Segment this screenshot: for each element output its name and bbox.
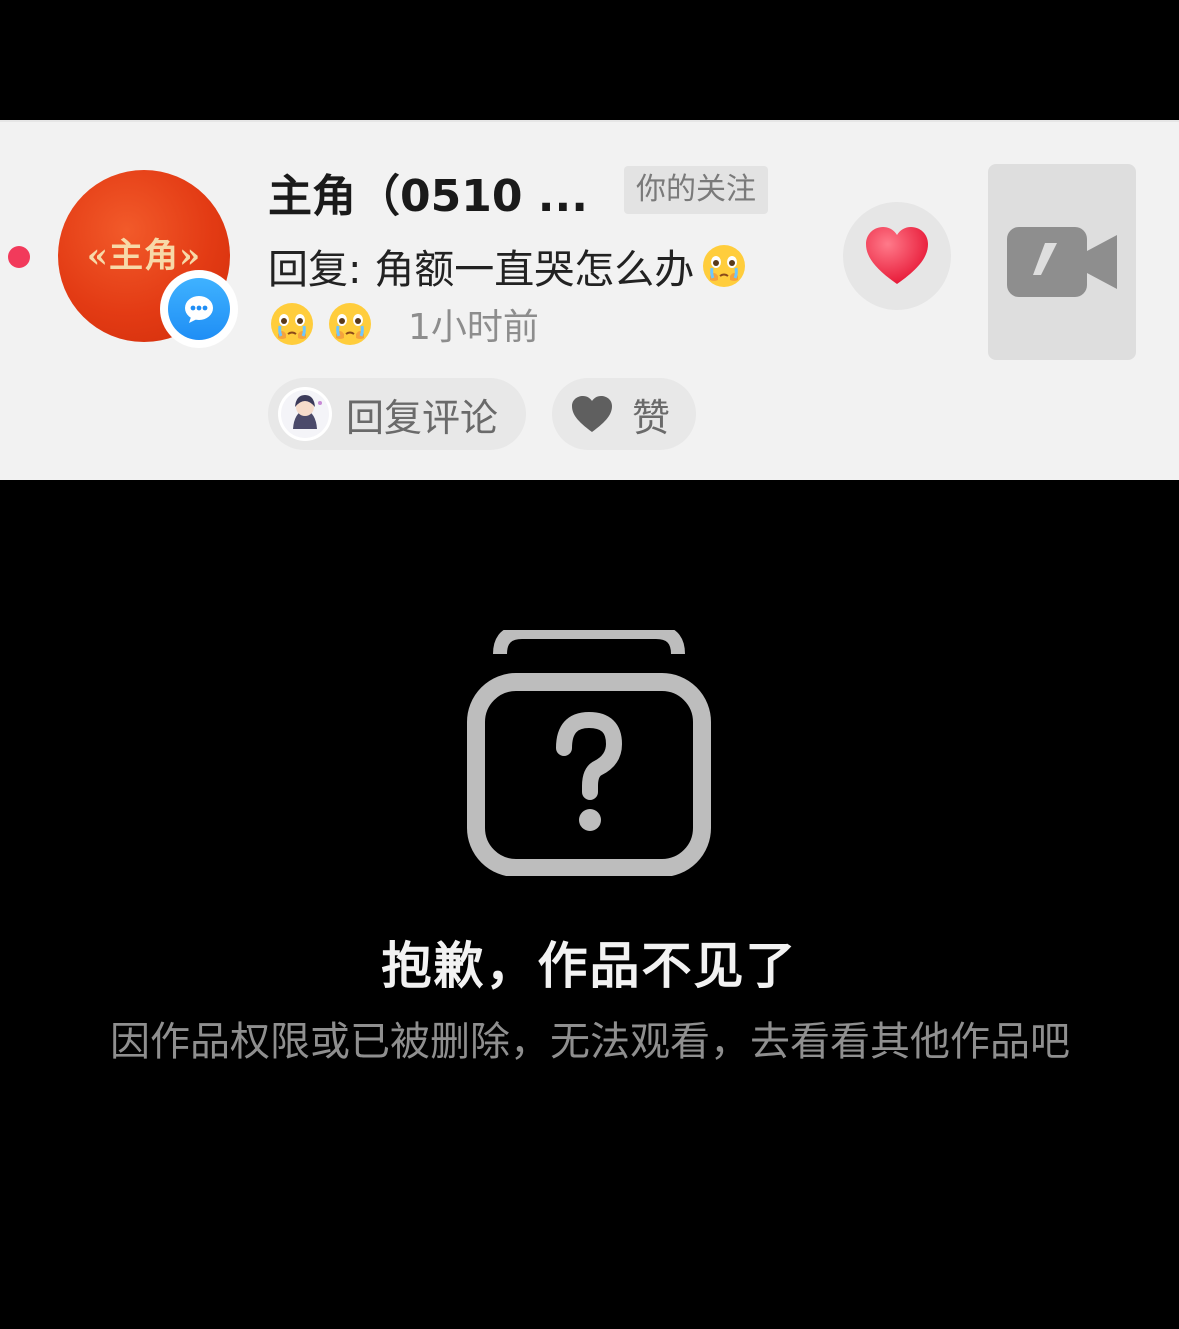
message-badge	[160, 270, 238, 348]
reply-text: 回复: 角额一直哭怎么办	[268, 247, 695, 293]
top-black-bar	[0, 0, 1179, 120]
crying-face-icon	[703, 245, 746, 287]
like-button[interactable]: 赞	[552, 378, 696, 450]
user-mini-avatar	[278, 387, 332, 441]
like-comment-button[interactable]	[843, 202, 951, 310]
chat-bubble-icon	[168, 278, 230, 340]
reply-comment-button[interactable]: 回复评论	[268, 378, 526, 450]
crying-face-icon	[329, 303, 371, 345]
heart-icon	[572, 396, 612, 432]
follow-tag: 你的关注	[624, 166, 768, 214]
reply-comment-label: 回复评论	[346, 395, 499, 440]
reply-content: 回复: 角额一直哭怎么办	[268, 237, 748, 295]
avatar-text: «主角»	[86, 235, 202, 276]
unread-dot	[8, 246, 30, 268]
video-unavailable-icon	[1007, 227, 1117, 297]
error-title: 抱歉，作品不见了	[381, 937, 798, 995]
error-description: 因作品权限或已被删除，无法观看，去看看其他作品吧	[110, 1019, 1070, 1065]
crying-face-icon	[271, 303, 313, 345]
username[interactable]: 主角（0510 ...	[268, 160, 588, 224]
like-label: 赞	[632, 395, 671, 440]
missing-video-icon	[467, 630, 711, 876]
heart-icon	[866, 227, 928, 284]
reply-meta: 1小时前	[268, 298, 539, 350]
comment-notification-card[interactable]: «主角» 主角（0510 ... 你的关注 回复: 角额一直哭怎么办 1小时前 …	[0, 120, 1179, 480]
timestamp: 1小时前	[408, 307, 539, 348]
video-thumbnail[interactable]	[988, 164, 1136, 360]
